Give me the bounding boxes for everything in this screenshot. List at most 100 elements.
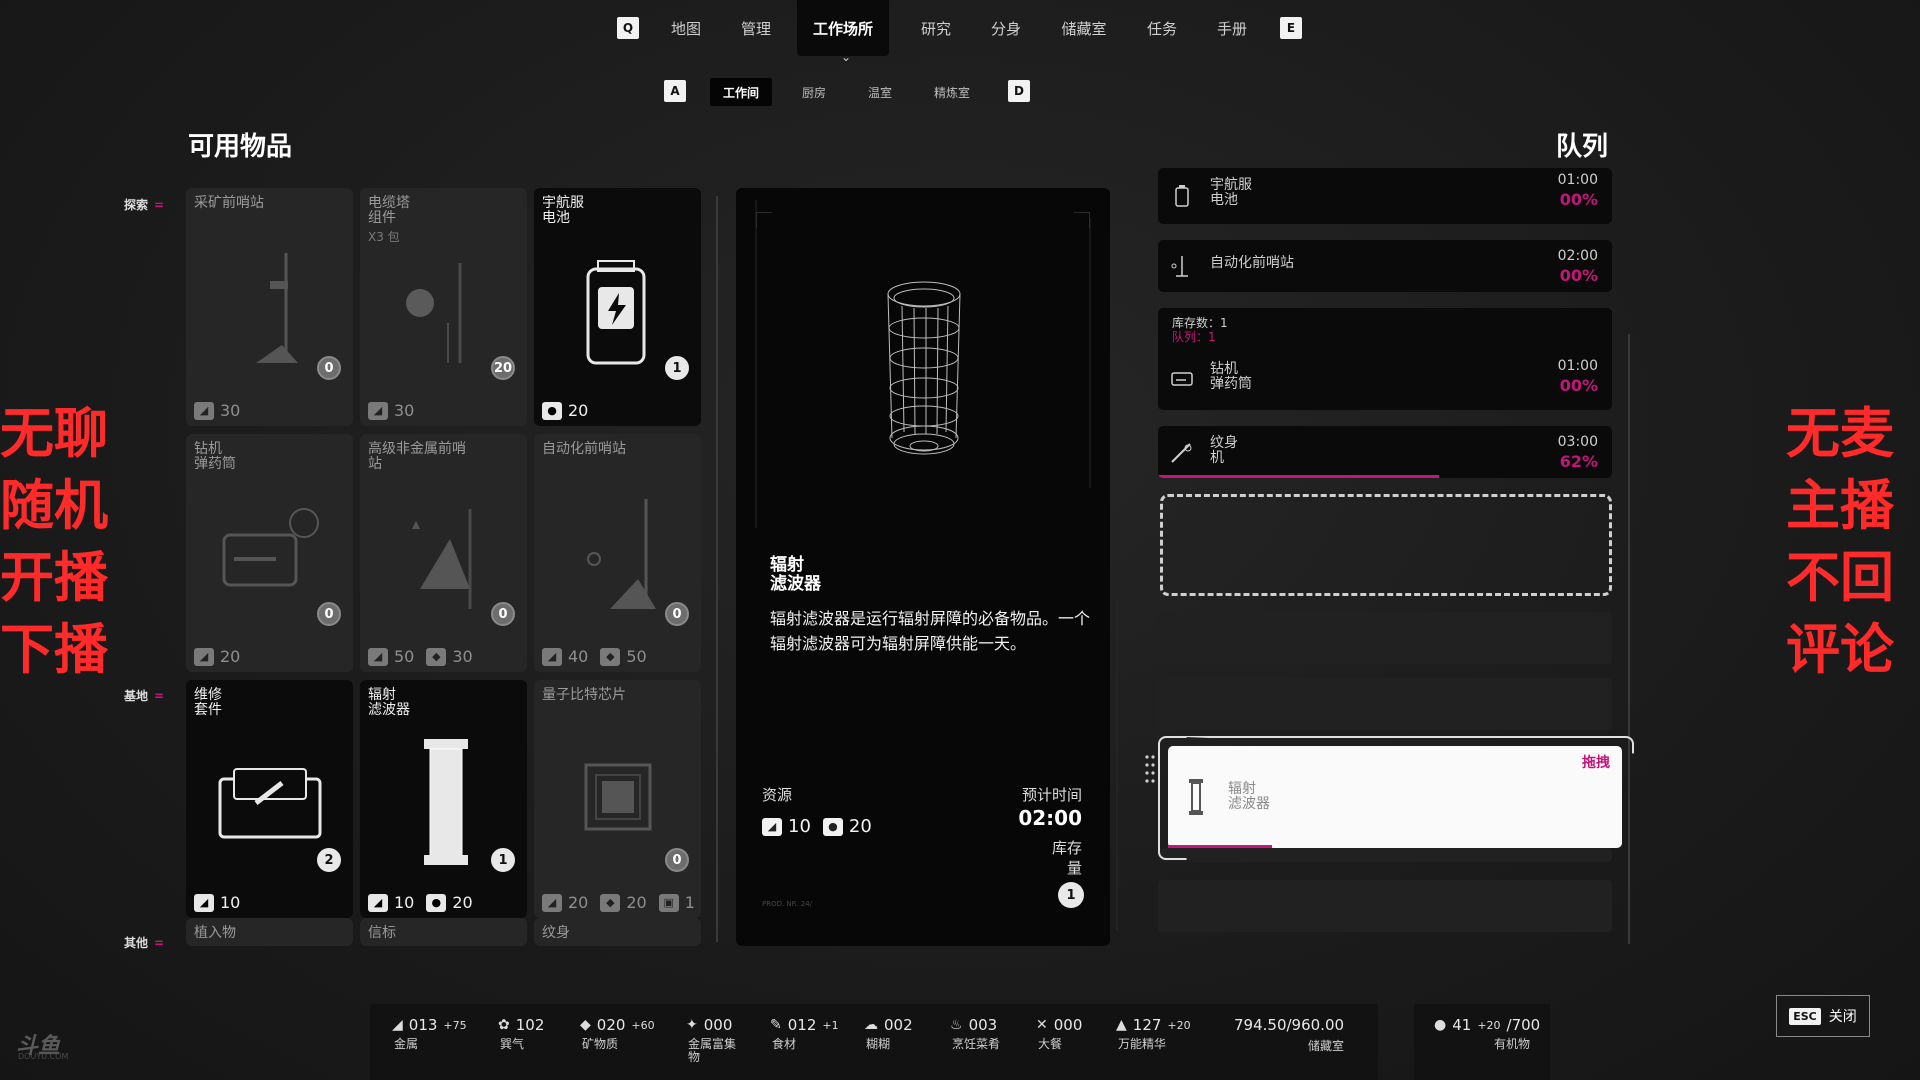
cost-value: 30 (394, 401, 415, 420)
item-card[interactable]: 自动化前哨站 0 ◢ 40 ◆ 50 (534, 434, 701, 672)
item-costs: ◢ 30 (368, 401, 414, 420)
storage-value: 794.50/960.00 (1234, 1016, 1345, 1034)
item-card[interactable]: 辐射 滤波器 1 ◢ 10 ● 20 (360, 680, 527, 918)
queue-item[interactable]: 自动化前哨站 02:00 00% (1158, 240, 1612, 292)
dish-icon: ♨ (950, 1017, 963, 1033)
tab-workplace[interactable]: 工作场所 (797, 0, 889, 56)
queue-empty-slot (1158, 678, 1612, 730)
category-other: 其他 = (124, 934, 164, 951)
queue-item[interactable]: 纹身 机 03:00 62% (1158, 426, 1612, 478)
cost-value: 20 (626, 893, 647, 912)
item-costs: ◢ 50 ◆ 30 (368, 647, 473, 666)
queue-scrollbar[interactable] (1628, 334, 1630, 944)
queue-empty-slot (1158, 880, 1612, 932)
mineral-icon: ◆ (426, 647, 447, 666)
cost-value: 20 (220, 647, 241, 666)
key-hint-d[interactable]: D (1008, 80, 1030, 102)
cost-value: 50 (394, 647, 415, 666)
resource-label: 食材 (772, 1037, 797, 1051)
tab-missions[interactable]: 任务 (1136, 0, 1188, 56)
tab-map[interactable]: 地图 (660, 0, 712, 56)
resource-counter: ▲ 127 +20 万能精华 (1116, 1016, 1191, 1051)
item-cost: ● 20 (542, 401, 588, 420)
item-cost: ▣ 1 (658, 893, 695, 912)
queue-item-name: 自动化前哨站 (1210, 255, 1294, 271)
resource-value: 127 (1132, 1016, 1162, 1034)
dragging-queue-item[interactable]: 拖拽 辐射 滤波器 (1168, 746, 1622, 848)
detail-time-label: 预计时间 (1021, 786, 1082, 804)
item-cost: ◢ 20 (194, 647, 240, 666)
item-card-beacon[interactable]: 信标 (360, 918, 527, 946)
queue-item-time: 01:00 (1557, 358, 1598, 374)
resource-value: 003 (968, 1016, 998, 1034)
cost-value: 30 (220, 401, 241, 420)
queue-item-name: 纹身 机 (1210, 435, 1238, 466)
cost-value: 20 (452, 893, 473, 912)
storage-capacity: 794.50/960.00 储藏室 (1234, 1016, 1344, 1053)
essence-icon: ▲ (1116, 1017, 1127, 1033)
subtab-workshop[interactable]: 工作间 (710, 78, 772, 106)
item-owned-count: 0 (665, 602, 689, 626)
key-hint-q[interactable]: Q (617, 17, 639, 39)
queue-item[interactable]: 库存数：1 队列：1 钻机 弹药筒 01:00 00% (1158, 308, 1612, 410)
close-button[interactable]: ESC 关闭 (1776, 995, 1870, 1037)
item-costs: ◢ 30 (194, 401, 240, 420)
top-nav: Q 地图 管理 工作场所 ⌄ 研究 分身 储藏室 任务 手册 E (0, 0, 1920, 63)
category-explore: 探索 = (124, 196, 164, 213)
food-icon: ✎ (770, 1017, 782, 1033)
tab-manual[interactable]: 手册 (1206, 0, 1258, 56)
resource-value: 000 (703, 1016, 733, 1034)
item-card[interactable]: 电缆塔 组件 X3 包 20 ◢ 30 (360, 188, 527, 426)
key-hint-e[interactable]: E (1280, 17, 1302, 39)
resource-delta: +75 (443, 1018, 467, 1032)
item-card[interactable]: 采矿前哨站 0 ◢ 30 (186, 188, 353, 426)
item-card-implant[interactable]: 植入物 (186, 918, 353, 946)
resource-value: 102 (515, 1016, 545, 1034)
item-owned-count: 20 (491, 356, 515, 380)
key-hint-a[interactable]: A (664, 80, 686, 102)
item-card[interactable]: 高级非金属前哨 站 0 ◢ 50 ◆ 30 (360, 434, 527, 672)
cost-value: 30 (452, 647, 473, 666)
douyu-logo-sub: DOUYU.COM (18, 1052, 69, 1061)
item-cost: ◢ 10 (194, 893, 240, 912)
subtab-kitchen[interactable]: 厨房 (786, 78, 842, 106)
detail-time: 02:00 (1018, 806, 1082, 830)
item-card[interactable]: 量子比特芯片 0 ◢ 20 ◆ 20 ▣ 1 (534, 680, 701, 918)
item-name: 量子比特芯片 (542, 687, 626, 703)
resource-label: 万能精华 (1118, 1037, 1167, 1051)
resource-value: 002 (884, 1016, 913, 1034)
detail-cost-metal: ◢ 10 (762, 816, 811, 837)
item-cost: ◆ 20 (600, 893, 647, 912)
tab-storage[interactable]: 储藏室 (1056, 0, 1112, 56)
category-label: 基地 (124, 689, 149, 703)
item-card[interactable]: 钻机 弹药筒 0 ◢ 20 (186, 434, 353, 672)
resource-value: 013 (408, 1016, 438, 1034)
mineral-icon: ◆ (580, 1017, 591, 1033)
item-owned-count: 0 (491, 602, 515, 626)
item-owned-count: 0 (317, 356, 341, 380)
item-name: 植入物 (194, 925, 236, 941)
item-card[interactable]: 维修 套件 2 ◢ 10 (186, 680, 353, 918)
item-name: 纹身 (542, 925, 570, 941)
cost-value: 1 (684, 893, 695, 912)
subtab-refinery[interactable]: 精炼室 (922, 78, 982, 106)
resource-delta: +20 (1167, 1018, 1191, 1032)
drag-handle-icon[interactable] (1144, 754, 1156, 788)
queue-empty-slot (1158, 612, 1612, 664)
item-card-tattoo[interactable]: 纹身 (534, 918, 701, 946)
tab-research[interactable]: 研究 (910, 0, 962, 56)
cartridge-icon (1171, 372, 1193, 386)
stream-overlay-left: 无聊 随机 开播 下播 (0, 402, 108, 681)
item-cost: ◢ 30 (194, 401, 240, 420)
tab-clone[interactable]: 分身 (980, 0, 1032, 56)
outpost-icon (1171, 256, 1188, 277)
item-cost: ◢ 40 (542, 647, 588, 666)
subtab-greenhouse[interactable]: 温室 (852, 78, 908, 106)
tab-manage[interactable]: 管理 (730, 0, 782, 56)
detail-item-description: 辐射滤波器是运行辐射屏障的必备物品。一个辐射滤波器可为辐射屏障供能一天。 (770, 609, 1091, 653)
queue-item[interactable]: 宇航服 电池 01:00 00% (1158, 168, 1612, 224)
queue-item-name: 宇航服 电池 (1210, 177, 1252, 208)
resource-counter: ☁ 002 糊糊 (864, 1016, 913, 1051)
item-card[interactable]: 宇航服 电池 1 ● 20 (534, 188, 701, 426)
queue-drop-slot[interactable] (1160, 494, 1612, 596)
